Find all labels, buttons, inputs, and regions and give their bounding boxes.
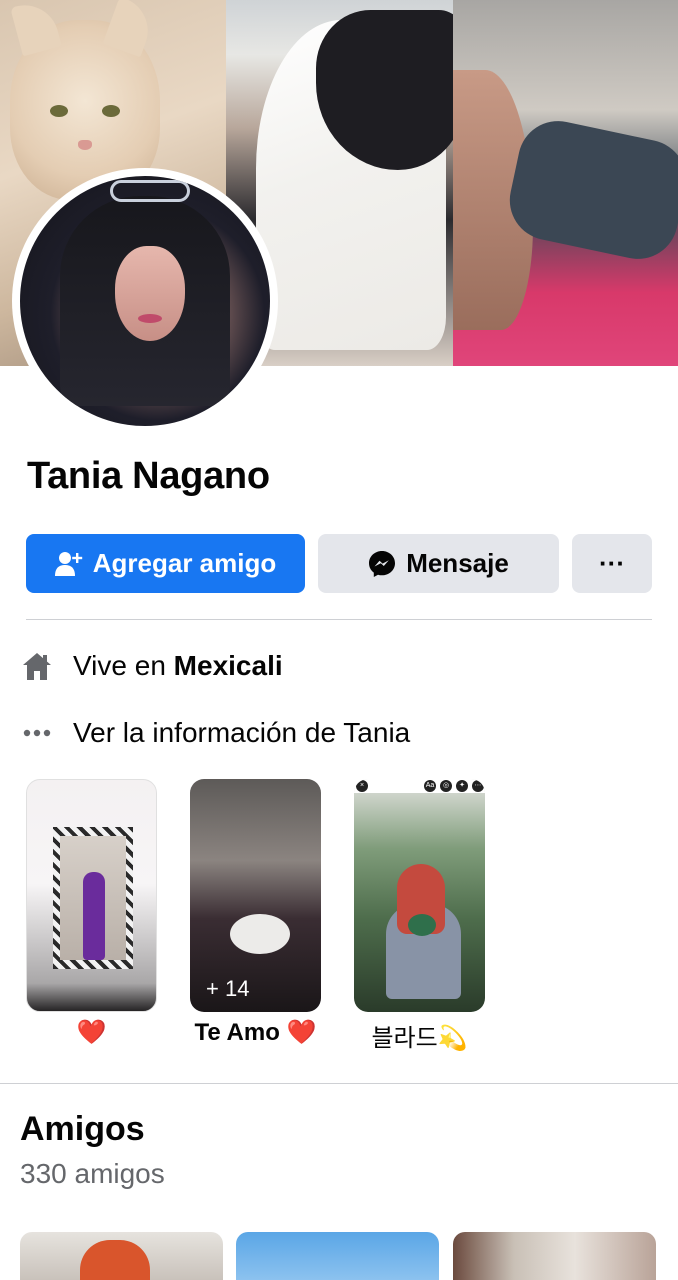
ellipsis-icon xyxy=(20,728,54,738)
featured-collection-3[interactable]: × Aa ◎ ✦ ⋯ xyxy=(354,779,485,1012)
featured-collection-2[interactable]: + 14 xyxy=(190,779,321,1012)
friend-thumbnail[interactable] xyxy=(20,1232,223,1280)
friends-count: 330 amigos xyxy=(20,1158,165,1189)
divider xyxy=(26,619,652,620)
lives-in-prefix: Vive en xyxy=(73,650,174,681)
collection-count: + 14 xyxy=(206,976,250,1001)
home-icon xyxy=(20,650,54,682)
see-info-row[interactable]: Ver la información de Tania xyxy=(20,717,410,749)
cover-photo-selfie[interactable] xyxy=(453,0,678,366)
messenger-icon xyxy=(368,550,396,578)
message-label: Mensaje xyxy=(406,548,509,578)
featured-collection-1[interactable] xyxy=(26,779,157,1012)
lives-in-row: Vive en Mexicali xyxy=(20,650,283,682)
add-friend-icon xyxy=(54,551,83,577)
featured-label-1[interactable]: ❤️ xyxy=(26,1018,157,1047)
more-options-button[interactable]: ··· xyxy=(572,534,652,593)
see-info-label: Ver la información de Tania xyxy=(73,717,411,748)
cat-illustration xyxy=(256,10,453,350)
message-button[interactable]: Mensaje xyxy=(318,534,559,593)
profile-name: Tania Nagano xyxy=(27,455,270,497)
featured-label-2[interactable]: Te Amo ❤️ xyxy=(190,1018,321,1047)
lives-in-city[interactable]: Mexicali xyxy=(174,650,283,682)
friend-thumbnail[interactable] xyxy=(453,1232,656,1280)
add-friend-button[interactable]: Agregar amigo xyxy=(26,534,305,593)
section-divider xyxy=(0,1083,678,1084)
featured-label-3[interactable]: 블라드💫 xyxy=(354,1018,485,1053)
avatar[interactable] xyxy=(20,176,270,426)
more-icon: ··· xyxy=(599,548,625,578)
friends-title[interactable]: Amigos xyxy=(20,1110,145,1149)
add-friend-label: Agregar amigo xyxy=(92,548,277,578)
friend-thumbnail[interactable] xyxy=(236,1232,439,1280)
